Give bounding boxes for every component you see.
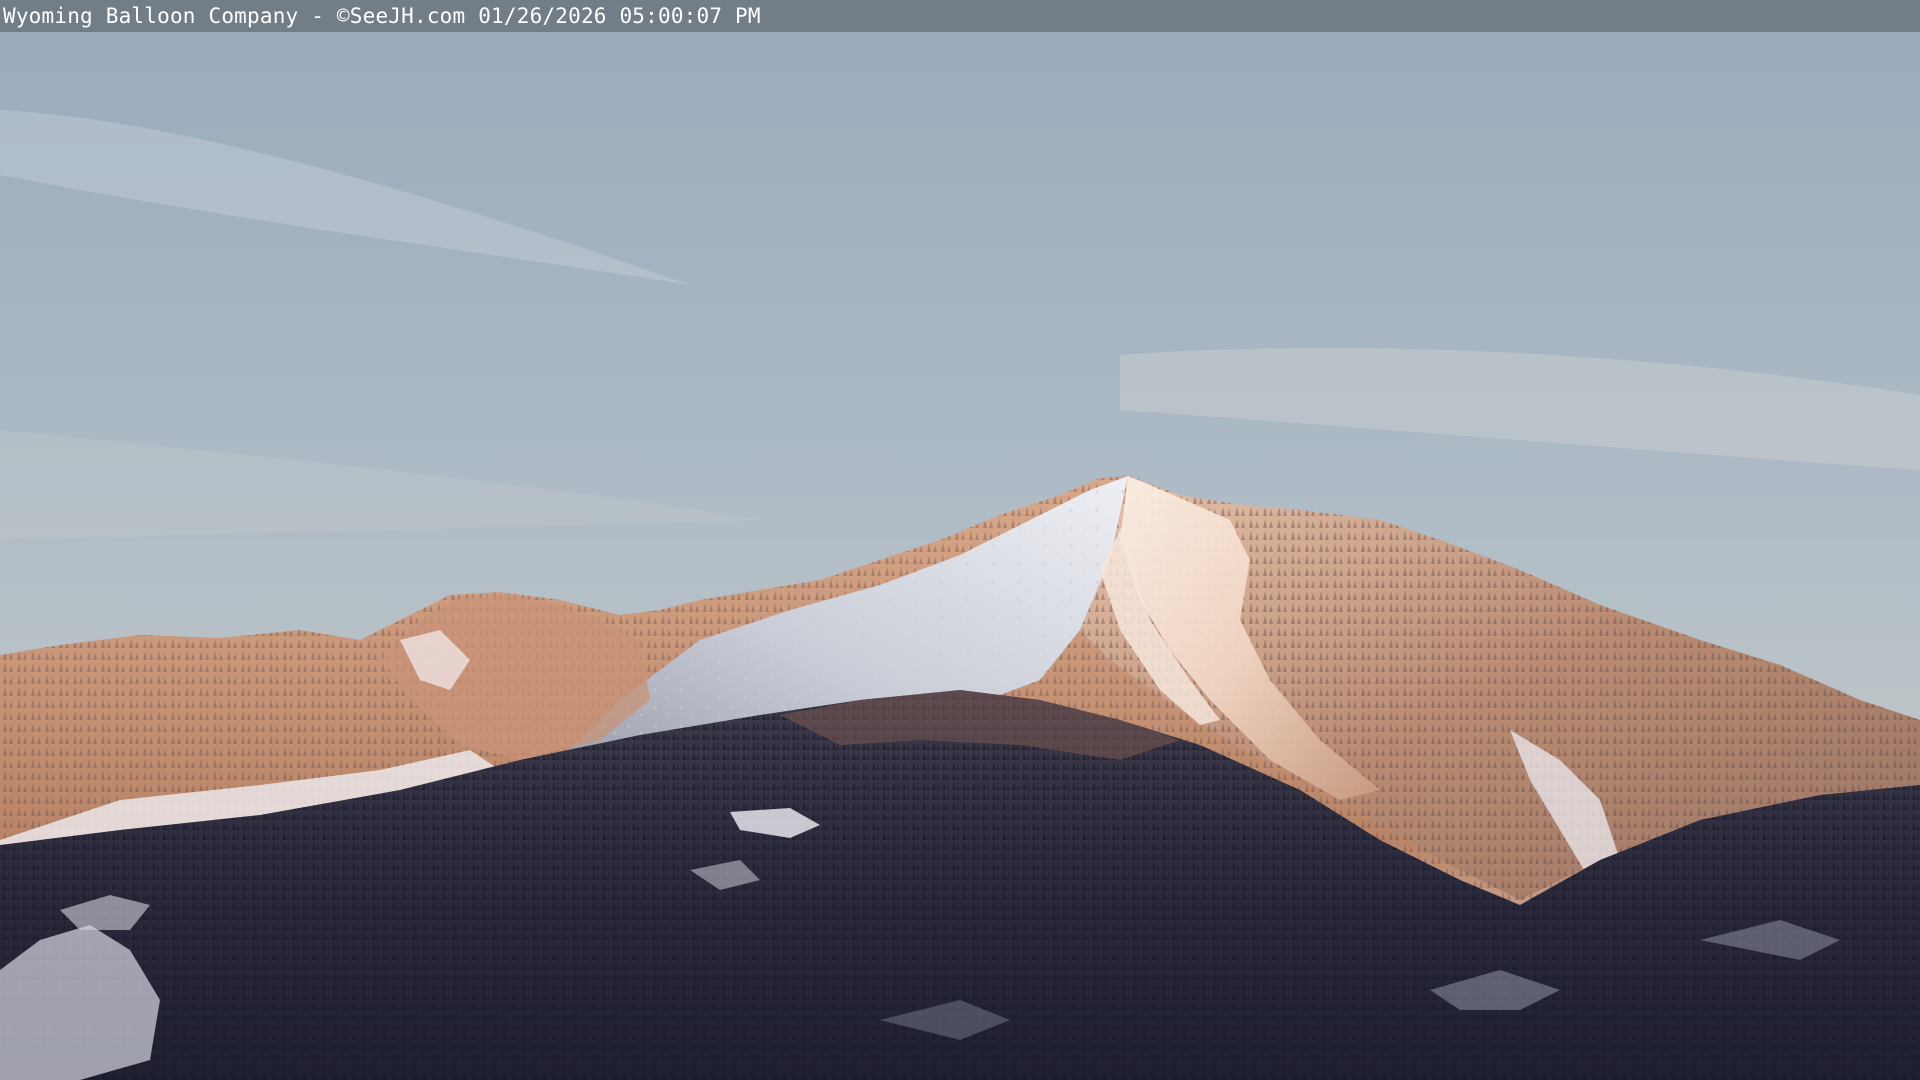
webcam-caption-bar: Wyoming Balloon Company - ©SeeJH.com 01/… bbox=[0, 0, 1920, 32]
webcam-frame: Wyoming Balloon Company - ©SeeJH.com 01/… bbox=[0, 0, 1920, 1080]
mountain-webcam-image bbox=[0, 0, 1920, 1080]
webcam-caption: Wyoming Balloon Company - ©SeeJH.com 01/… bbox=[3, 4, 761, 28]
